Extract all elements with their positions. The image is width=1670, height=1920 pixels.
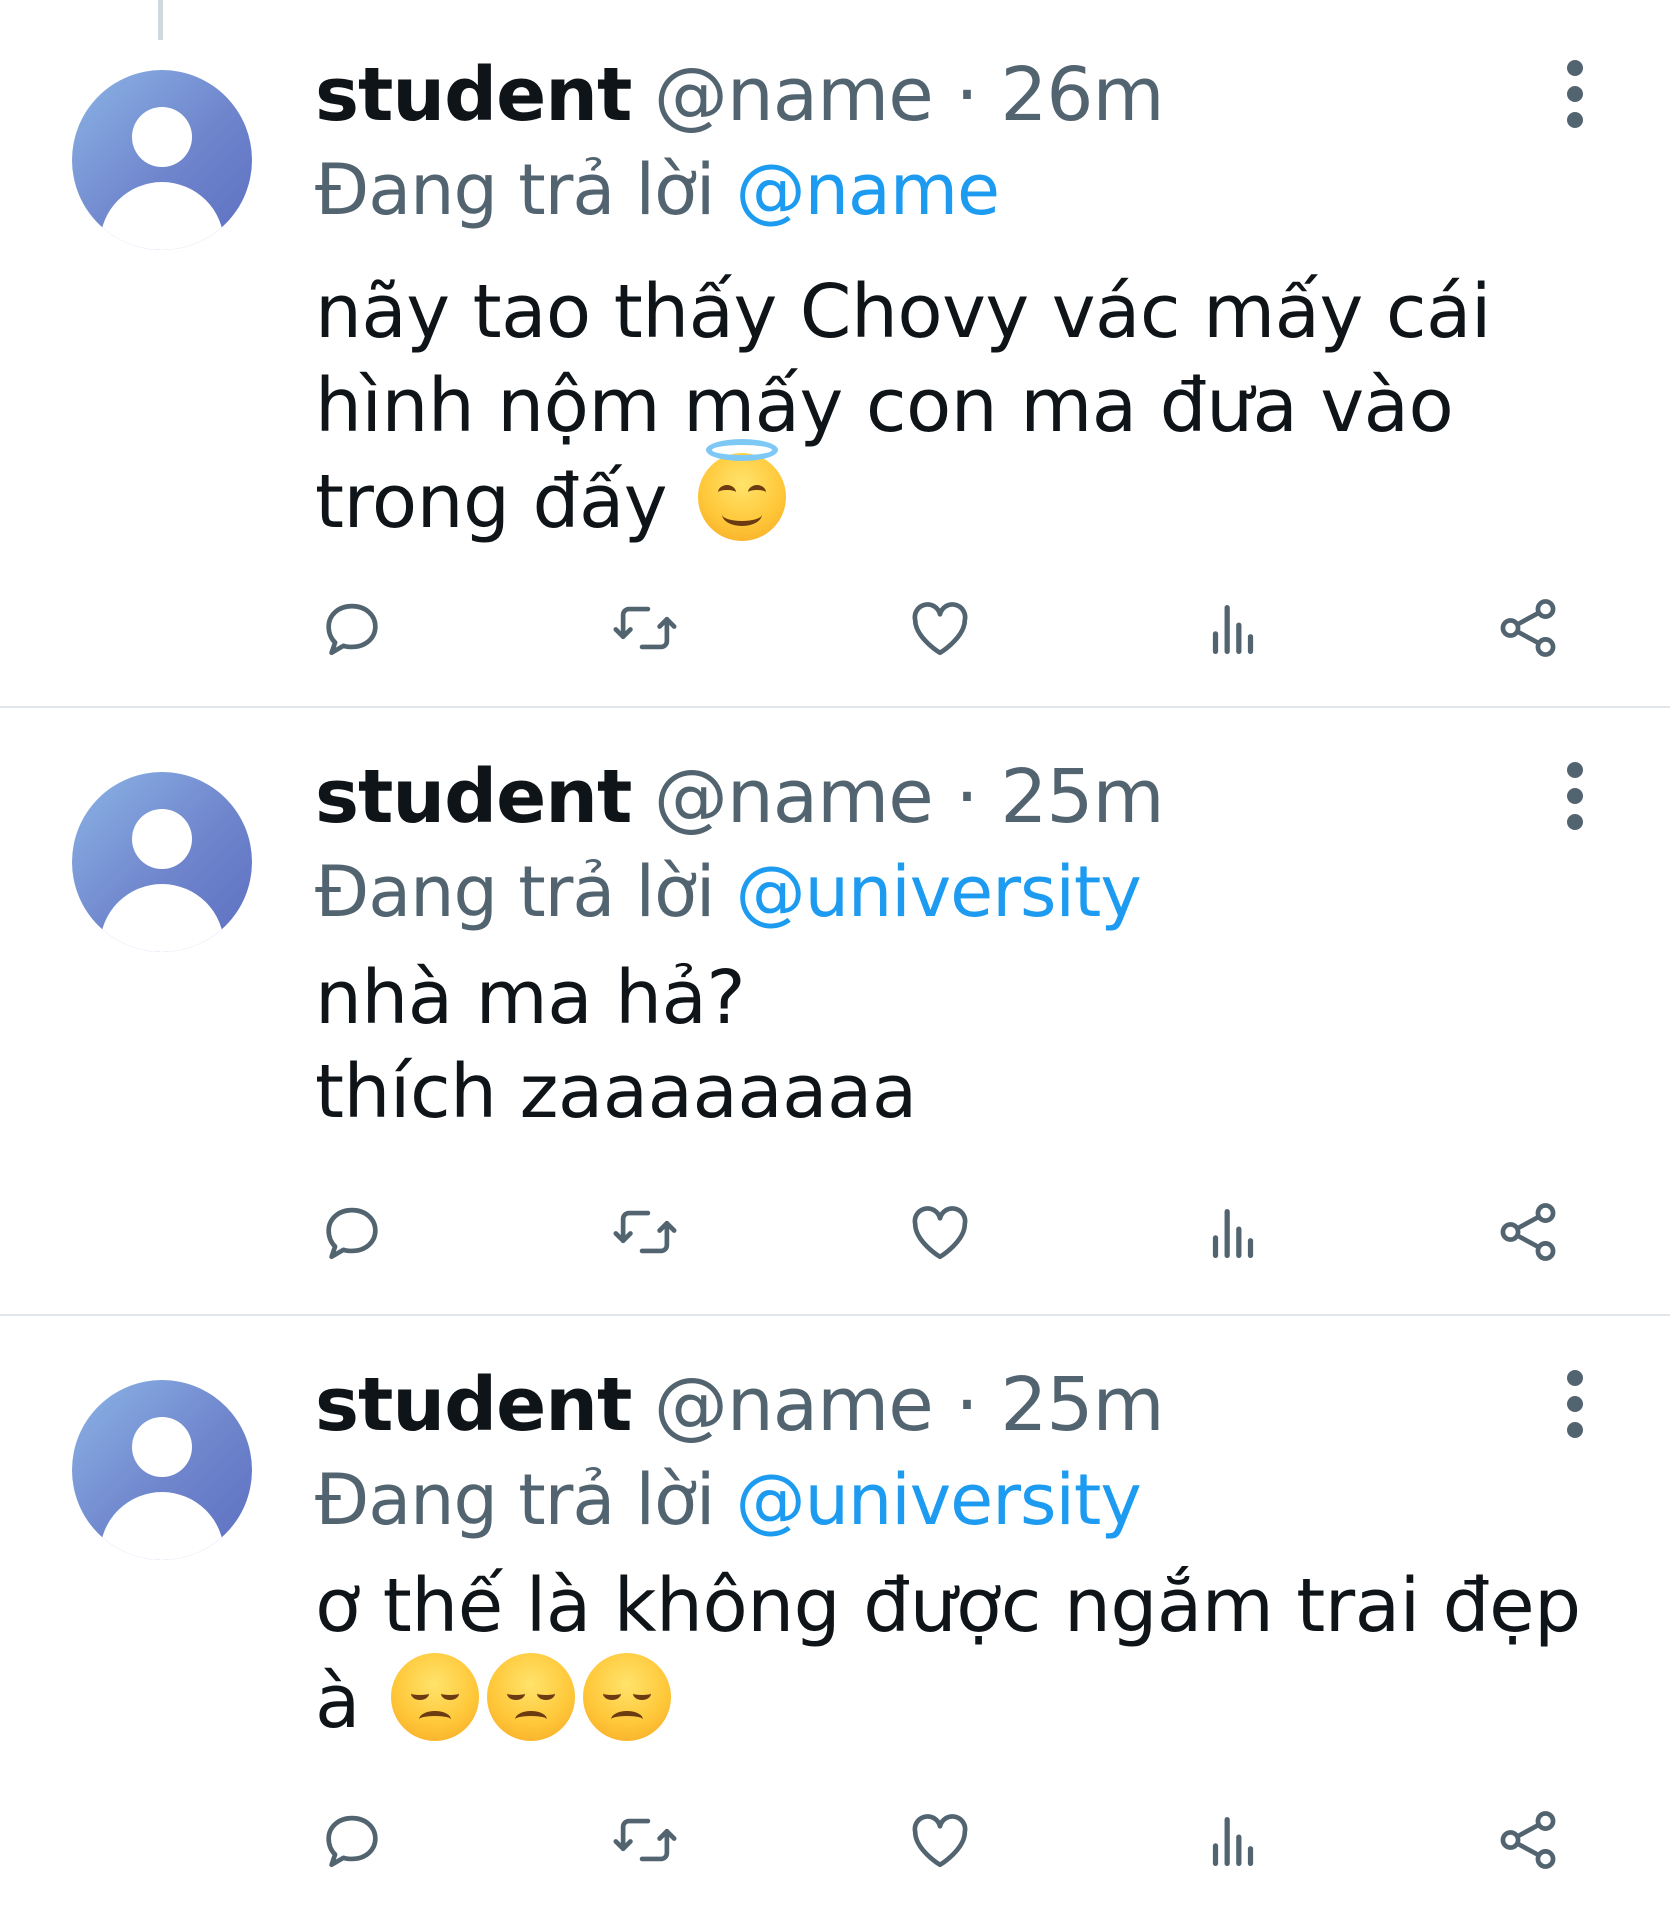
display-name[interactable]: student — [315, 754, 632, 840]
tweet-header: student @name · 25m — [315, 1360, 1165, 1450]
display-name[interactable]: student — [315, 1362, 632, 1448]
reply-icon[interactable] — [312, 588, 392, 668]
avatar-head-shape — [132, 1417, 192, 1477]
tweet-text-line: trong đấy — [315, 439, 1615, 549]
separator-dot: · — [955, 52, 979, 138]
tweet-2[interactable]: student @name · 25m Đang trả lời @univer… — [0, 708, 1670, 1316]
replying-to-handle[interactable]: @university — [736, 851, 1142, 933]
timestamp[interactable]: 25m — [1000, 1362, 1164, 1448]
tweet-text-line: ơ thế là không được ngắm trai đẹp — [315, 1563, 1581, 1649]
avatar-body-shape — [100, 1492, 224, 1560]
tweet-text-line: hình nộm mấy con ma đưa vào — [315, 363, 1454, 449]
timestamp[interactable]: 26m — [1000, 52, 1164, 138]
avatar-body-shape — [100, 884, 224, 952]
replying-to-handle[interactable]: @name — [736, 149, 1001, 231]
views-icon[interactable] — [1193, 588, 1273, 668]
replying-to-line: Đang trả lời @name — [315, 145, 1001, 235]
reply-icon[interactable] — [312, 1800, 392, 1880]
tweet-1[interactable]: student @name · 26m Đang trả lời @name n… — [0, 0, 1670, 708]
tweet-header: student @name · 26m — [315, 50, 1165, 140]
avatar[interactable] — [72, 1380, 252, 1560]
avatar[interactable] — [72, 772, 252, 952]
tweet-header: student @name · 25m — [315, 752, 1165, 842]
separator-dot: · — [955, 754, 979, 840]
views-icon[interactable] — [1193, 1800, 1273, 1880]
replying-to-line: Đang trả lời @university — [315, 1455, 1142, 1545]
tweet-3[interactable]: student @name · 25m Đang trả lời @univer… — [0, 1316, 1670, 1920]
replying-to-label: Đang trả lời — [315, 851, 715, 933]
reply-icon[interactable] — [312, 1192, 392, 1272]
share-icon[interactable] — [1488, 588, 1568, 668]
tweet-thread: student @name · 26m Đang trả lời @name n… — [0, 0, 1670, 1920]
more-options-icon[interactable] — [1555, 762, 1595, 832]
retweet-icon[interactable] — [605, 1192, 685, 1272]
more-options-icon[interactable] — [1555, 60, 1595, 130]
timestamp[interactable]: 25m — [1000, 754, 1164, 840]
smiling-face-with-halo-emoji — [698, 439, 787, 541]
replying-to-handle[interactable]: @university — [736, 1459, 1142, 1541]
replying-to-label: Đang trả lời — [315, 1459, 715, 1541]
share-icon[interactable] — [1488, 1800, 1568, 1880]
user-handle[interactable]: @name — [654, 1362, 934, 1448]
views-icon[interactable] — [1193, 1192, 1273, 1272]
retweet-icon[interactable] — [605, 588, 685, 668]
user-handle[interactable]: @name — [654, 754, 934, 840]
tweet-text: nãy tao thấy Chovy vác mấy cái hình nộm … — [315, 265, 1615, 549]
avatar-head-shape — [132, 107, 192, 167]
avatar-head-shape — [132, 809, 192, 869]
share-icon[interactable] — [1488, 1192, 1568, 1272]
more-options-icon[interactable] — [1555, 1370, 1595, 1440]
separator-dot: · — [955, 1362, 979, 1448]
like-icon[interactable] — [900, 1192, 980, 1272]
like-icon[interactable] — [900, 1800, 980, 1880]
tweet-actions — [0, 1800, 1670, 1880]
tweet-text: ơ thế là không được ngắm trai đẹp à — [315, 1559, 1615, 1749]
replying-to-label: Đang trả lời — [315, 149, 715, 231]
tweet-actions — [0, 1192, 1670, 1272]
tweet-text-line: nãy tao thấy Chovy vác mấy cái — [315, 269, 1491, 355]
tweet-actions — [0, 588, 1670, 668]
display-name[interactable]: student — [315, 52, 632, 138]
tweet-text-line: à — [315, 1653, 1615, 1749]
replying-to-line: Đang trả lời @university — [315, 847, 1142, 937]
tweet-text-line: nhà ma hả? — [315, 955, 746, 1041]
tweet-text: nhà ma hả? thích zaaaaaaaa — [315, 951, 1615, 1139]
avatar-body-shape — [100, 182, 224, 250]
disappointed-face-emoji — [390, 1653, 479, 1741]
retweet-icon[interactable] — [605, 1800, 685, 1880]
avatar[interactable] — [72, 70, 252, 250]
disappointed-face-emoji — [582, 1653, 671, 1741]
user-handle[interactable]: @name — [654, 52, 934, 138]
like-icon[interactable] — [900, 588, 980, 668]
disappointed-face-emoji — [486, 1653, 575, 1741]
tweet-text-line: thích zaaaaaaaa — [315, 1049, 917, 1135]
